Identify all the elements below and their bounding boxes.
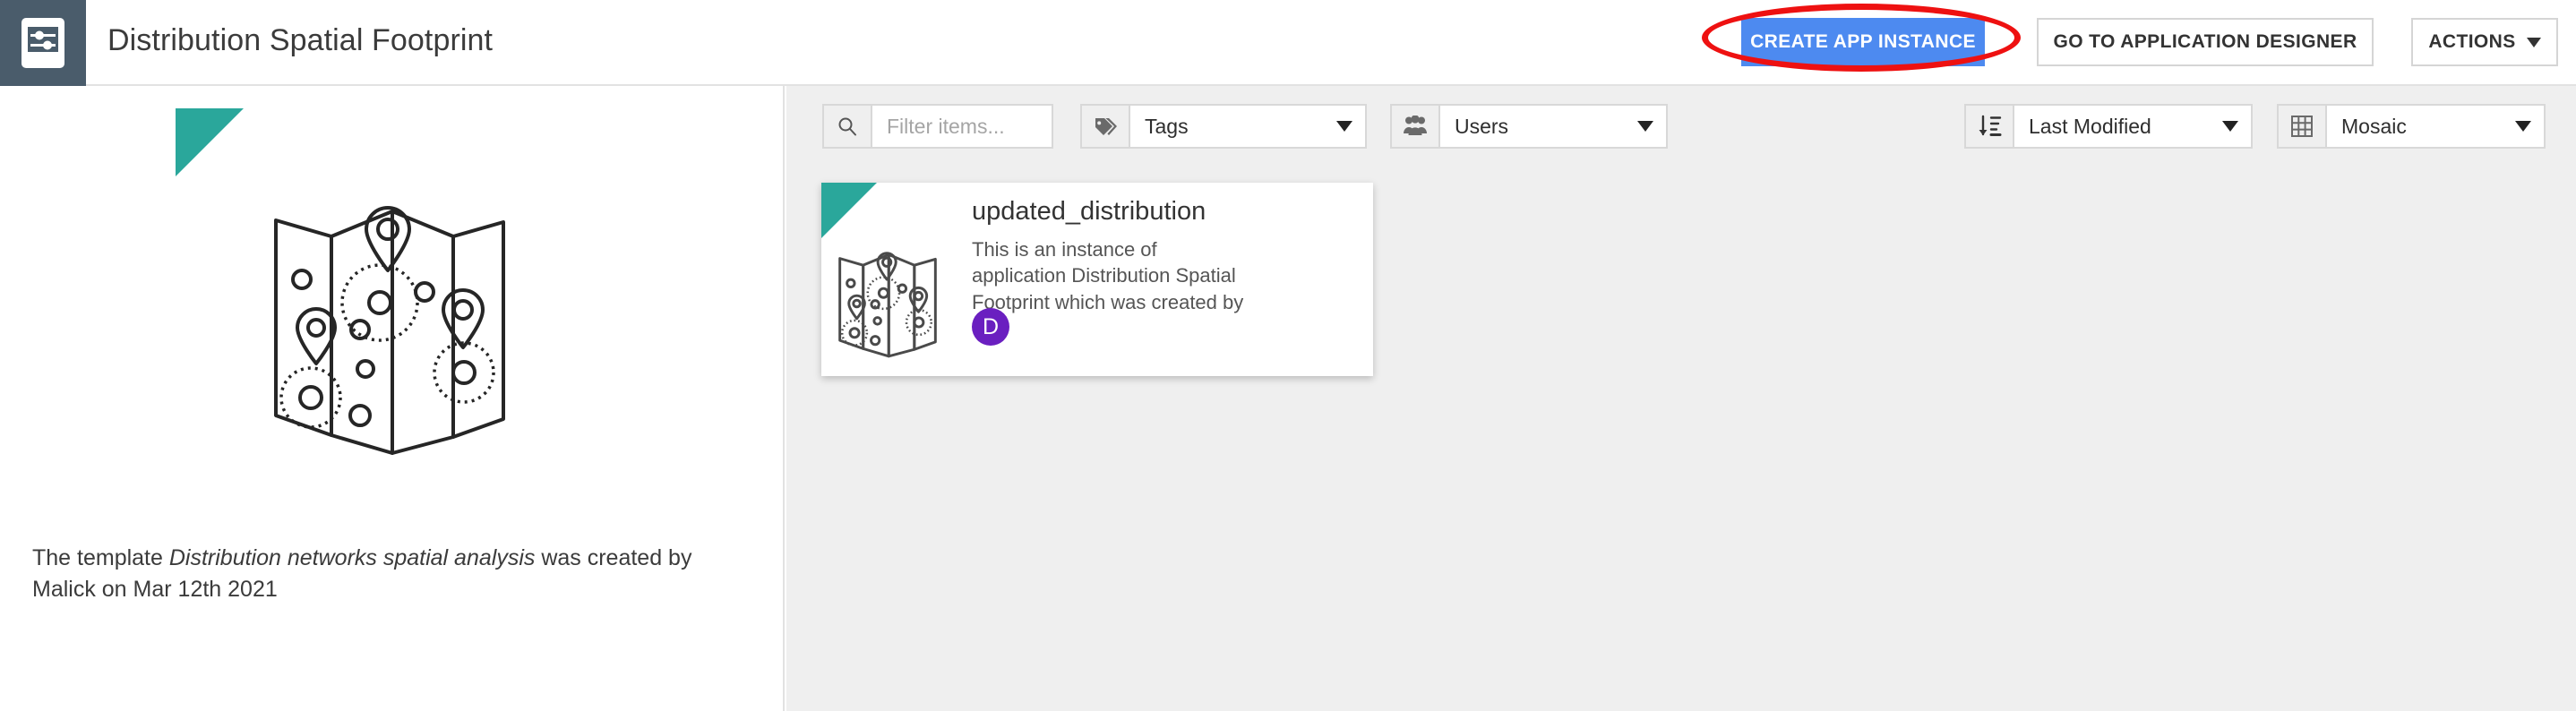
actions-label: ACTIONS: [2428, 31, 2516, 52]
actions-button[interactable]: ACTIONS: [2411, 18, 2558, 66]
sort-dropdown[interactable]: Last Modified: [1964, 104, 2253, 149]
app-header: Distribution Spatial Footprint CREATE AP…: [0, 0, 2576, 86]
go-to-application-designer-label: GO TO APPLICATION DESIGNER: [2053, 31, 2357, 52]
template-caption: The template Distribution networks spati…: [32, 543, 749, 604]
chevron-down-icon[interactable]: [2210, 106, 2251, 147]
chevron-down-icon[interactable]: [1324, 106, 1365, 147]
instance-thumbnail: [833, 247, 942, 364]
page-title: Distribution Spatial Footprint: [107, 23, 494, 57]
tag-icon: [1082, 106, 1130, 147]
create-app-instance-button[interactable]: CREATE APP INSTANCE: [1741, 18, 1985, 66]
chevron-down-icon[interactable]: [2503, 106, 2544, 147]
sort-value: Last Modified: [2029, 114, 2151, 138]
owner-avatar[interactable]: D: [972, 308, 1009, 346]
sort-descending-icon: [1966, 106, 2014, 147]
instance-title: updated_distribution: [972, 197, 1206, 226]
view-mode-dropdown[interactable]: Mosaic: [2277, 104, 2546, 149]
tags-filter-dropdown[interactable]: Tags: [1080, 104, 1367, 149]
card-corner-flag: [821, 183, 877, 270]
template-name: Distribution networks spatial analysis: [168, 545, 536, 570]
instances-panel: Filter items... Tags Users Last Modified…: [786, 86, 2576, 711]
template-caption-prefix: The template: [32, 545, 169, 570]
go-to-application-designer-button[interactable]: GO TO APPLICATION DESIGNER: [2037, 18, 2374, 66]
template-detail-panel: The template Distribution networks spati…: [0, 86, 785, 711]
users-filter-value: Users: [1455, 114, 1509, 138]
users-filter-dropdown[interactable]: Users: [1390, 104, 1668, 149]
search-input[interactable]: Filter items...: [872, 106, 1052, 147]
grid-icon: [2279, 106, 2327, 147]
template-corner-flag: [176, 108, 244, 215]
folded-map-illustration: [260, 193, 519, 467]
create-app-instance-label: CREATE APP INSTANCE: [1750, 31, 1976, 52]
tags-filter-value: Tags: [1145, 114, 1189, 138]
chevron-down-icon[interactable]: [1625, 106, 1666, 147]
instance-description: This is an instance of application Distr…: [972, 238, 1244, 313]
chevron-down-icon: [2526, 37, 2541, 47]
users-icon: [1392, 106, 1440, 147]
app-icon-tile: [0, 0, 86, 86]
filter-items-search[interactable]: Filter items...: [822, 104, 1053, 149]
view-mode-value: Mosaic: [2341, 114, 2407, 138]
search-icon: [824, 106, 872, 147]
instance-card[interactable]: updated_distribution This is an instance…: [821, 183, 1373, 376]
